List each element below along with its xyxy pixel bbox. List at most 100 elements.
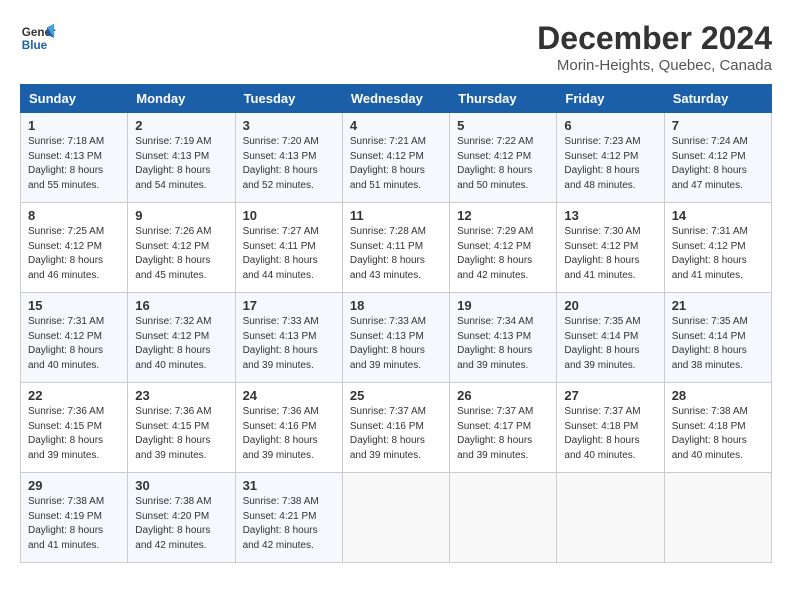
day-cell (664, 473, 771, 563)
column-header-friday: Friday (557, 85, 664, 113)
day-cell: 9 Sunrise: 7:26 AMSunset: 4:12 PMDaylight… (128, 203, 235, 293)
day-number: 27 (564, 388, 656, 403)
day-cell: 17 Sunrise: 7:33 AMSunset: 4:13 PMDayligh… (235, 293, 342, 383)
day-cell (557, 473, 664, 563)
day-info: Sunrise: 7:38 AMSunset: 4:21 PMDaylight:… (243, 495, 335, 553)
day-cell: 23 Sunrise: 7:36 AMSunset: 4:15 PMDayligh… (128, 383, 235, 473)
day-cell: 7 Sunrise: 7:24 AMSunset: 4:12 PMDaylight… (664, 113, 771, 203)
day-number: 23 (135, 388, 227, 403)
day-info: Sunrise: 7:36 AMSunset: 4:16 PMDaylight:… (243, 405, 335, 463)
day-cell: 14 Sunrise: 7:31 AMSunset: 4:12 PMDayligh… (664, 203, 771, 293)
day-info: Sunrise: 7:38 AMSunset: 4:20 PMDaylight:… (135, 495, 227, 553)
day-number: 26 (457, 388, 549, 403)
day-number: 2 (135, 118, 227, 133)
day-cell: 10Sunrise: 7:27 AMSunset: 4:11 PMDayligh… (235, 203, 342, 293)
week-row-5: 29Sunrise: 7:38 AMSunset: 4:19 PMDayligh… (21, 473, 772, 563)
title-block: December 2024 Morin-Heights, Quebec, Can… (537, 20, 772, 74)
day-number: 8 (28, 208, 120, 223)
day-number: 25 (350, 388, 442, 403)
day-cell: 11 Sunrise: 7:28 AMSunset: 4:11 PMDayligh… (342, 203, 449, 293)
day-cell: 8 Sunrise: 7:25 AMSunset: 4:12 PMDaylight… (21, 203, 128, 293)
day-info: Sunrise: 7:30 AMSunset: 4:12 PMDaylight:… (564, 225, 656, 283)
day-info: Sunrise: 7:25 AMSunset: 4:12 PMDaylight:… (28, 225, 120, 283)
day-cell: 29Sunrise: 7:38 AMSunset: 4:19 PMDayligh… (21, 473, 128, 563)
day-info: Sunrise: 7:38 AMSunset: 4:19 PMDaylight:… (28, 495, 120, 553)
day-number: 12 (457, 208, 549, 223)
day-info: Sunrise: 7:37 AMSunset: 4:17 PMDaylight:… (457, 405, 549, 463)
week-row-3: 15Sunrise: 7:31 AMSunset: 4:12 PMDayligh… (21, 293, 772, 383)
day-info: Sunrise: 7:31 AMSunset: 4:12 PMDaylight:… (672, 225, 764, 283)
logo: General Blue (20, 20, 56, 56)
day-number: 31 (243, 478, 335, 493)
week-row-1: 1Sunrise: 7:18 AMSunset: 4:13 PMDaylight… (21, 113, 772, 203)
day-info: Sunrise: 7:29 AMSunset: 4:12 PMDaylight:… (457, 225, 549, 283)
day-info: Sunrise: 7:28 AMSunset: 4:11 PMDaylight:… (350, 225, 442, 283)
day-number: 11 (350, 208, 442, 223)
logo-icon: General Blue (20, 20, 56, 56)
day-cell: 24 Sunrise: 7:36 AMSunset: 4:16 PMDayligh… (235, 383, 342, 473)
day-number: 21 (672, 298, 764, 313)
day-cell: 20 Sunrise: 7:35 AMSunset: 4:14 PMDayligh… (557, 293, 664, 383)
page-header: General Blue December 2024 Morin-Heights… (20, 20, 772, 74)
day-number: 15 (28, 298, 120, 313)
day-cell: 22 Sunrise: 7:36 AMSunset: 4:15 PMDayligh… (21, 383, 128, 473)
day-info: Sunrise: 7:38 AMSunset: 4:18 PMDaylight:… (672, 405, 764, 463)
day-info: Sunrise: 7:21 AMSunset: 4:12 PMDaylight:… (350, 135, 442, 193)
day-number: 16 (135, 298, 227, 313)
day-cell: 15Sunrise: 7:31 AMSunset: 4:12 PMDayligh… (21, 293, 128, 383)
day-info: Sunrise: 7:18 AMSunset: 4:13 PMDaylight:… (28, 135, 120, 193)
day-info: Sunrise: 7:35 AMSunset: 4:14 PMDaylight:… (564, 315, 656, 373)
calendar-header-row: SundayMondayTuesdayWednesdayThursdayFrid… (21, 85, 772, 113)
day-info: Sunrise: 7:19 AMSunset: 4:13 PMDaylight:… (135, 135, 227, 193)
day-info: Sunrise: 7:22 AMSunset: 4:12 PMDaylight:… (457, 135, 549, 193)
week-row-4: 22 Sunrise: 7:36 AMSunset: 4:15 PMDayligh… (21, 383, 772, 473)
day-cell: 16 Sunrise: 7:32 AMSunset: 4:12 PMDayligh… (128, 293, 235, 383)
day-cell: 1Sunrise: 7:18 AMSunset: 4:13 PMDaylight… (21, 113, 128, 203)
day-number: 24 (243, 388, 335, 403)
day-info: Sunrise: 7:37 AMSunset: 4:16 PMDaylight:… (350, 405, 442, 463)
day-info: Sunrise: 7:36 AMSunset: 4:15 PMDaylight:… (135, 405, 227, 463)
day-cell: 28 Sunrise: 7:38 AMSunset: 4:18 PMDayligh… (664, 383, 771, 473)
day-number: 14 (672, 208, 764, 223)
day-cell: 26 Sunrise: 7:37 AMSunset: 4:17 PMDayligh… (450, 383, 557, 473)
column-header-tuesday: Tuesday (235, 85, 342, 113)
day-cell: 4 Sunrise: 7:21 AMSunset: 4:12 PMDaylight… (342, 113, 449, 203)
day-cell: 27 Sunrise: 7:37 AMSunset: 4:18 PMDayligh… (557, 383, 664, 473)
day-cell: 2 Sunrise: 7:19 AMSunset: 4:13 PMDaylight… (128, 113, 235, 203)
day-cell: 25 Sunrise: 7:37 AMSunset: 4:16 PMDayligh… (342, 383, 449, 473)
day-number: 18 (350, 298, 442, 313)
day-cell: 21Sunrise: 7:35 AMSunset: 4:14 PMDayligh… (664, 293, 771, 383)
week-row-2: 8 Sunrise: 7:25 AMSunset: 4:12 PMDaylight… (21, 203, 772, 293)
day-number: 22 (28, 388, 120, 403)
day-cell: 12 Sunrise: 7:29 AMSunset: 4:12 PMDayligh… (450, 203, 557, 293)
day-number: 19 (457, 298, 549, 313)
day-cell: 31 Sunrise: 7:38 AMSunset: 4:21 PMDayligh… (235, 473, 342, 563)
day-number: 17 (243, 298, 335, 313)
day-cell: 3Sunrise: 7:20 AMSunset: 4:13 PMDaylight… (235, 113, 342, 203)
day-number: 7 (672, 118, 764, 133)
day-number: 20 (564, 298, 656, 313)
day-info: Sunrise: 7:23 AMSunset: 4:12 PMDaylight:… (564, 135, 656, 193)
column-header-sunday: Sunday (21, 85, 128, 113)
svg-text:Blue: Blue (22, 39, 48, 52)
day-info: Sunrise: 7:37 AMSunset: 4:18 PMDaylight:… (564, 405, 656, 463)
column-header-saturday: Saturday (664, 85, 771, 113)
calendar-table: SundayMondayTuesdayWednesdayThursdayFrid… (20, 84, 772, 563)
day-info: Sunrise: 7:26 AMSunset: 4:12 PMDaylight:… (135, 225, 227, 283)
day-number: 4 (350, 118, 442, 133)
day-info: Sunrise: 7:33 AMSunset: 4:13 PMDaylight:… (243, 315, 335, 373)
day-info: Sunrise: 7:32 AMSunset: 4:12 PMDaylight:… (135, 315, 227, 373)
location-title: Morin-Heights, Quebec, Canada (537, 57, 772, 74)
column-header-monday: Monday (128, 85, 235, 113)
day-info: Sunrise: 7:24 AMSunset: 4:12 PMDaylight:… (672, 135, 764, 193)
day-info: Sunrise: 7:27 AMSunset: 4:11 PMDaylight:… (243, 225, 335, 283)
day-info: Sunrise: 7:36 AMSunset: 4:15 PMDaylight:… (28, 405, 120, 463)
day-cell (342, 473, 449, 563)
day-number: 30 (135, 478, 227, 493)
day-info: Sunrise: 7:33 AMSunset: 4:13 PMDaylight:… (350, 315, 442, 373)
day-cell: 19Sunrise: 7:34 AMSunset: 4:13 PMDayligh… (450, 293, 557, 383)
day-cell: 5Sunrise: 7:22 AMSunset: 4:12 PMDaylight… (450, 113, 557, 203)
day-number: 9 (135, 208, 227, 223)
day-number: 28 (672, 388, 764, 403)
day-cell: 18 Sunrise: 7:33 AMSunset: 4:13 PMDayligh… (342, 293, 449, 383)
